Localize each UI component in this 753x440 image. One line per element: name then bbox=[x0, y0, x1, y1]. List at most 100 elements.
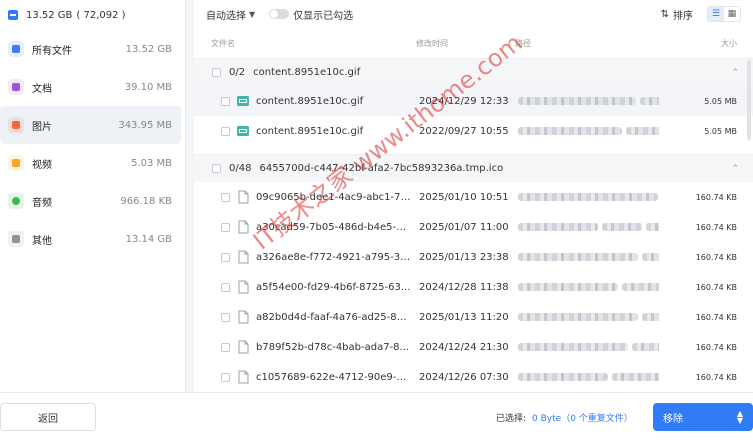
file-row[interactable]: b789f52b-d78c-4bab-ada7-8... 2024/12/24 2… bbox=[194, 332, 753, 362]
image-icon bbox=[8, 117, 24, 133]
column-path[interactable]: 路径 bbox=[515, 38, 667, 49]
image-file-icon bbox=[236, 124, 250, 138]
file-checkbox[interactable] bbox=[221, 312, 230, 322]
file-name: c1057689-622e-4712-90e9-c1... bbox=[256, 371, 411, 383]
chevron-down-icon: ▼ bbox=[249, 9, 256, 19]
file-size: 160.74 KB bbox=[695, 192, 737, 202]
list-view-icon[interactable]: ☰ bbox=[708, 7, 724, 21]
file-date: 2024/12/29 12:33 bbox=[419, 95, 509, 107]
file-row[interactable]: a82b0d4d-faaf-4a76-ad25-88... 2025/01/13 … bbox=[194, 302, 753, 332]
sidebar-item-label: 所有文件 bbox=[32, 45, 72, 57]
file-row[interactable]: c1057689-622e-4712-90e9-c1... 2024/12/26 … bbox=[194, 362, 753, 392]
sidebar-item[interactable]: 所有文件 13.52 GB bbox=[0, 30, 181, 68]
chevron-up-icon[interactable]: ⌃ bbox=[731, 164, 739, 174]
file-checkbox[interactable] bbox=[221, 222, 230, 232]
sort-label: 排序 bbox=[673, 10, 693, 22]
file-size: 160.74 KB bbox=[695, 312, 737, 322]
sidebar-item-size: 966.18 KB bbox=[120, 195, 172, 207]
document-icon bbox=[8, 79, 24, 95]
file-row[interactable]: a30cad59-7b05-486d-b4e5-0... 2025/01/07 1… bbox=[194, 212, 753, 242]
file-size: 160.74 KB bbox=[695, 342, 737, 352]
group-name: 6455700d-c447-42bf-afa2-7bc5893236a.tmp.… bbox=[259, 163, 504, 174]
sidebar-item[interactable]: 音频 966.18 KB bbox=[0, 182, 181, 220]
microphone-icon bbox=[8, 193, 24, 209]
file-name: 09c9065b-dee1-4ac9-abc1-77... bbox=[256, 191, 411, 203]
column-size[interactable]: 大小 bbox=[667, 38, 737, 49]
remove-button[interactable]: 移除 ▲ ▼ bbox=[653, 403, 753, 431]
file-icon bbox=[236, 370, 250, 384]
file-size: 160.74 KB bbox=[695, 252, 737, 262]
file-icon bbox=[236, 250, 250, 264]
file-icon bbox=[236, 220, 250, 234]
group-name: content.8951e10c.gif bbox=[253, 67, 361, 78]
chevron-up-icon[interactable]: ⌃ bbox=[731, 68, 739, 78]
file-name: a5f54e00-fd29-4b6f-8725-63... bbox=[256, 281, 411, 293]
file-path-redacted bbox=[518, 127, 659, 135]
file-size: 5.05 MB bbox=[704, 96, 737, 106]
sidebar-item[interactable]: 其他 13.14 GB bbox=[0, 220, 181, 258]
video-icon bbox=[8, 155, 24, 171]
file-date: 2024/12/26 07:30 bbox=[419, 371, 509, 383]
file-path-redacted bbox=[518, 97, 659, 105]
file-checkbox[interactable] bbox=[221, 126, 230, 136]
expand-icon[interactable]: ▲ ▼ bbox=[737, 410, 743, 425]
back-button[interactable]: 返回 bbox=[0, 403, 96, 431]
sidebar-item[interactable]: 文档 39.10 MB bbox=[0, 68, 181, 106]
total-summary[interactable]: 13.52 GB ( 72,092 ) bbox=[0, 0, 185, 30]
file-date: 2024/12/24 21:30 bbox=[419, 341, 509, 353]
file-row[interactable]: content.8951e10c.gif 2022/09/27 10:55 5.05… bbox=[194, 116, 753, 146]
sidebar-item-label: 音频 bbox=[32, 197, 52, 209]
file-date: 2025/01/13 23:38 bbox=[419, 251, 509, 263]
file-path-redacted bbox=[518, 193, 659, 201]
group-header[interactable]: 0/48 6455700d-c447-42bf-afa2-7bc5893236a.… bbox=[194, 154, 753, 182]
file-checkbox[interactable] bbox=[221, 252, 230, 262]
file-date: 2025/01/07 11:00 bbox=[419, 221, 509, 233]
file-date: 2025/01/13 11:20 bbox=[419, 311, 509, 323]
sort-button[interactable]: ⇅ 排序 bbox=[661, 7, 693, 22]
bottom-bar: 返回 已选择: 0 Byte（0 个重复文件） 移除 ▲ ▼ bbox=[0, 392, 753, 440]
file-checkbox[interactable] bbox=[221, 192, 230, 202]
sidebar-item-label: 文档 bbox=[32, 83, 52, 95]
file-checkbox[interactable] bbox=[221, 282, 230, 292]
file-row[interactable]: a326ae8e-f772-4921-a795-3a... 2025/01/13 … bbox=[194, 242, 753, 272]
file-size: 160.74 KB bbox=[695, 222, 737, 232]
group-header[interactable]: 0/2 content.8951e10c.gif ⌃ bbox=[194, 58, 753, 86]
file-date: 2024/12/28 11:38 bbox=[419, 281, 509, 293]
folder-icon bbox=[8, 41, 24, 57]
column-header: 文件名 修改时间 路径 大小 bbox=[194, 28, 753, 58]
select-all-checkbox[interactable] bbox=[8, 10, 18, 20]
group-count: 0/2 bbox=[229, 67, 246, 78]
group-checkbox[interactable] bbox=[212, 68, 221, 77]
file-date: 2025/01/10 10:51 bbox=[419, 191, 509, 203]
auto-select-label: 自动选择 bbox=[206, 10, 246, 22]
sidebar-item[interactable]: 视频 5.03 MB bbox=[0, 144, 181, 182]
file-checkbox[interactable] bbox=[221, 372, 230, 382]
category-list: 所有文件 13.52 GB 文档 39.10 MB 图片 343.95 MB 视频 5.03 … bbox=[0, 30, 185, 258]
file-path-redacted bbox=[518, 253, 659, 261]
only-checked-label: 仅显示已勾选 bbox=[293, 10, 354, 22]
sidebar-item-label: 其他 bbox=[32, 235, 52, 247]
file-row[interactable]: content.8951e10c.gif 2024/12/29 12:33 5.05… bbox=[194, 86, 753, 116]
group-checkbox[interactable] bbox=[212, 164, 221, 173]
column-name[interactable]: 文件名 bbox=[211, 38, 416, 49]
scrollbar[interactable] bbox=[747, 60, 751, 140]
file-checkbox[interactable] bbox=[221, 96, 230, 106]
file-size: 5.05 MB bbox=[704, 126, 737, 136]
file-row[interactable]: a5f54e00-fd29-4b6f-8725-63... 2024/12/28 … bbox=[194, 272, 753, 302]
selected-label: 已选择: bbox=[496, 414, 527, 424]
file-row[interactable]: 09c9065b-dee1-4ac9-abc1-77... 2025/01/10 … bbox=[194, 182, 753, 212]
file-path-redacted bbox=[518, 313, 659, 321]
file-name: a30cad59-7b05-486d-b4e5-0... bbox=[256, 221, 411, 233]
grid-view-icon[interactable]: ▦ bbox=[724, 7, 740, 21]
column-date[interactable]: 修改时间 bbox=[416, 38, 515, 49]
image-file-icon bbox=[236, 94, 250, 108]
selection-info: 已选择: 0 Byte（0 个重复文件） bbox=[496, 411, 633, 424]
file-checkbox[interactable] bbox=[221, 342, 230, 352]
sidebar-item-size: 13.52 GB bbox=[125, 43, 172, 55]
category-sidebar: 13.52 GB ( 72,092 ) 所有文件 13.52 GB 文档 39.10 … bbox=[0, 0, 186, 392]
sidebar-item-size: 5.03 MB bbox=[131, 157, 172, 169]
only-checked-toggle[interactable] bbox=[269, 9, 290, 19]
sidebar-item[interactable]: 图片 343.95 MB bbox=[0, 106, 181, 144]
file-name: a82b0d4d-faaf-4a76-ad25-88... bbox=[256, 311, 411, 323]
auto-select-dropdown[interactable]: 自动选择 ▼ bbox=[206, 7, 255, 22]
